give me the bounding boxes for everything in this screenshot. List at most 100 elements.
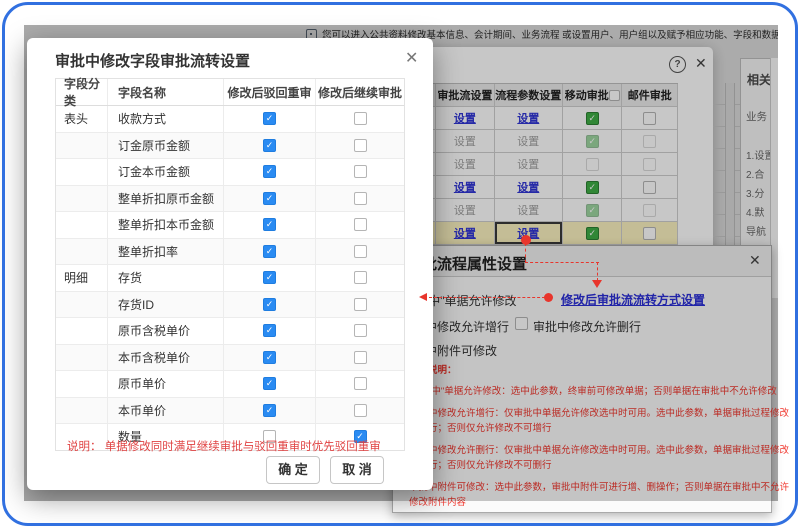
checkbox[interactable] [354, 139, 367, 152]
table-cell [316, 318, 404, 344]
checkbox[interactable] [354, 192, 367, 205]
checkbox[interactable] [263, 377, 276, 390]
checkbox[interactable] [263, 271, 276, 284]
checkbox[interactable] [263, 192, 276, 205]
category-cell [56, 212, 108, 238]
table-row: 整单折扣原币金额 [56, 186, 404, 213]
checkbox[interactable] [354, 245, 367, 258]
table-row: 明细存货 [56, 265, 404, 292]
category-cell [56, 318, 108, 344]
table-cell [224, 398, 316, 424]
field-name-cell: 订金本币金额 [108, 159, 224, 185]
table-row: 表头收款方式 [56, 106, 404, 133]
field-name-cell: 整单折扣原币金额 [108, 186, 224, 212]
checkbox[interactable] [354, 218, 367, 231]
checkbox[interactable] [354, 112, 367, 125]
table-cell [316, 265, 404, 291]
cancel-button[interactable]: 取 消 [330, 456, 384, 484]
table-cell [316, 159, 404, 185]
checkbox[interactable] [263, 404, 276, 417]
annotation-line [525, 262, 599, 263]
table-cell [316, 133, 404, 159]
table-cell [224, 345, 316, 371]
checkbox[interactable] [263, 218, 276, 231]
annotation-line [525, 243, 526, 263]
annotation-arrow-left [419, 293, 427, 301]
annotation-dot [521, 235, 531, 245]
category-cell: 表头 [56, 106, 108, 132]
category-cell [56, 345, 108, 371]
table-row: 本币单价 [56, 398, 404, 425]
field-name-cell: 存货 [108, 265, 224, 291]
checkbox[interactable] [263, 351, 276, 364]
checkbox[interactable] [354, 351, 367, 364]
annotation-line [429, 297, 545, 298]
field-name-cell: 存货ID [108, 292, 224, 318]
table-cell [224, 371, 316, 397]
field-name-cell: 订金原币金额 [108, 133, 224, 159]
table-row: 原币含税单价 [56, 318, 404, 345]
table-cell [224, 292, 316, 318]
field-name-cell: 本币单价 [108, 398, 224, 424]
table-cell [224, 186, 316, 212]
category-cell [56, 186, 108, 212]
table-row: 本币含税单价 [56, 345, 404, 372]
table-row: 整单折扣率 [56, 239, 404, 266]
dialog-title: 审批中修改字段审批流转设置 [55, 50, 250, 71]
table-cell [224, 106, 316, 132]
field-name-cell: 整单折扣本币金额 [108, 212, 224, 238]
field-flow-dialog: 审批中修改字段审批流转设置 ✕ 字段分类字段名称修改后驳回重审修改后继续审批表头… [27, 38, 433, 490]
table-row: 原币单价 [56, 371, 404, 398]
checkbox[interactable] [354, 324, 367, 337]
checkbox[interactable] [263, 165, 276, 178]
table-row: 订金原币金额 [56, 133, 404, 160]
checkbox[interactable] [354, 165, 367, 178]
checkbox[interactable] [263, 298, 276, 311]
annotation-arrow-down [592, 280, 602, 288]
table-row: 整单折扣本币金额 [56, 212, 404, 239]
table-row: 存货ID [56, 292, 404, 319]
category-cell [56, 371, 108, 397]
table-row: 订金本币金额 [56, 159, 404, 186]
table-cell [224, 159, 316, 185]
close-icon[interactable]: ✕ [405, 48, 418, 68]
field-name-cell: 整单折扣率 [108, 239, 224, 265]
table-cell [224, 212, 316, 238]
column-header: 修改后继续审批 [316, 79, 404, 105]
table-cell [316, 292, 404, 318]
category-cell [56, 159, 108, 185]
category-cell [56, 292, 108, 318]
field-name-cell: 原币含税单价 [108, 318, 224, 344]
table-cell [316, 371, 404, 397]
category-cell [56, 239, 108, 265]
table-cell [224, 239, 316, 265]
checkbox[interactable] [354, 404, 367, 417]
table-cell [316, 106, 404, 132]
annotation-line [597, 262, 598, 281]
checkbox[interactable] [263, 245, 276, 258]
field-name-cell: 原币单价 [108, 371, 224, 397]
category-cell: 明细 [56, 265, 108, 291]
category-cell [56, 133, 108, 159]
category-cell [56, 398, 108, 424]
column-header: 字段名称 [108, 79, 224, 105]
checkbox[interactable] [263, 324, 276, 337]
checkbox[interactable] [263, 139, 276, 152]
column-header: 修改后驳回重审 [224, 79, 316, 105]
table-header-row: 字段分类字段名称修改后驳回重审修改后继续审批 [56, 79, 404, 106]
field-table: 字段分类字段名称修改后驳回重审修改后继续审批表头收款方式订金原币金额订金本币金额… [55, 78, 405, 451]
column-header: 字段分类 [56, 79, 108, 105]
table-cell [316, 345, 404, 371]
checkbox[interactable] [354, 377, 367, 390]
checkbox[interactable] [354, 298, 367, 311]
field-name-cell: 收款方式 [108, 106, 224, 132]
field-name-cell: 本币含税单价 [108, 345, 224, 371]
checkbox[interactable] [263, 112, 276, 125]
table-cell [224, 133, 316, 159]
ok-button[interactable]: 确 定 [266, 456, 320, 484]
annotation-dot [544, 293, 553, 302]
checkbox[interactable] [354, 271, 367, 284]
table-cell [316, 186, 404, 212]
table-cell [224, 265, 316, 291]
table-cell [316, 212, 404, 238]
